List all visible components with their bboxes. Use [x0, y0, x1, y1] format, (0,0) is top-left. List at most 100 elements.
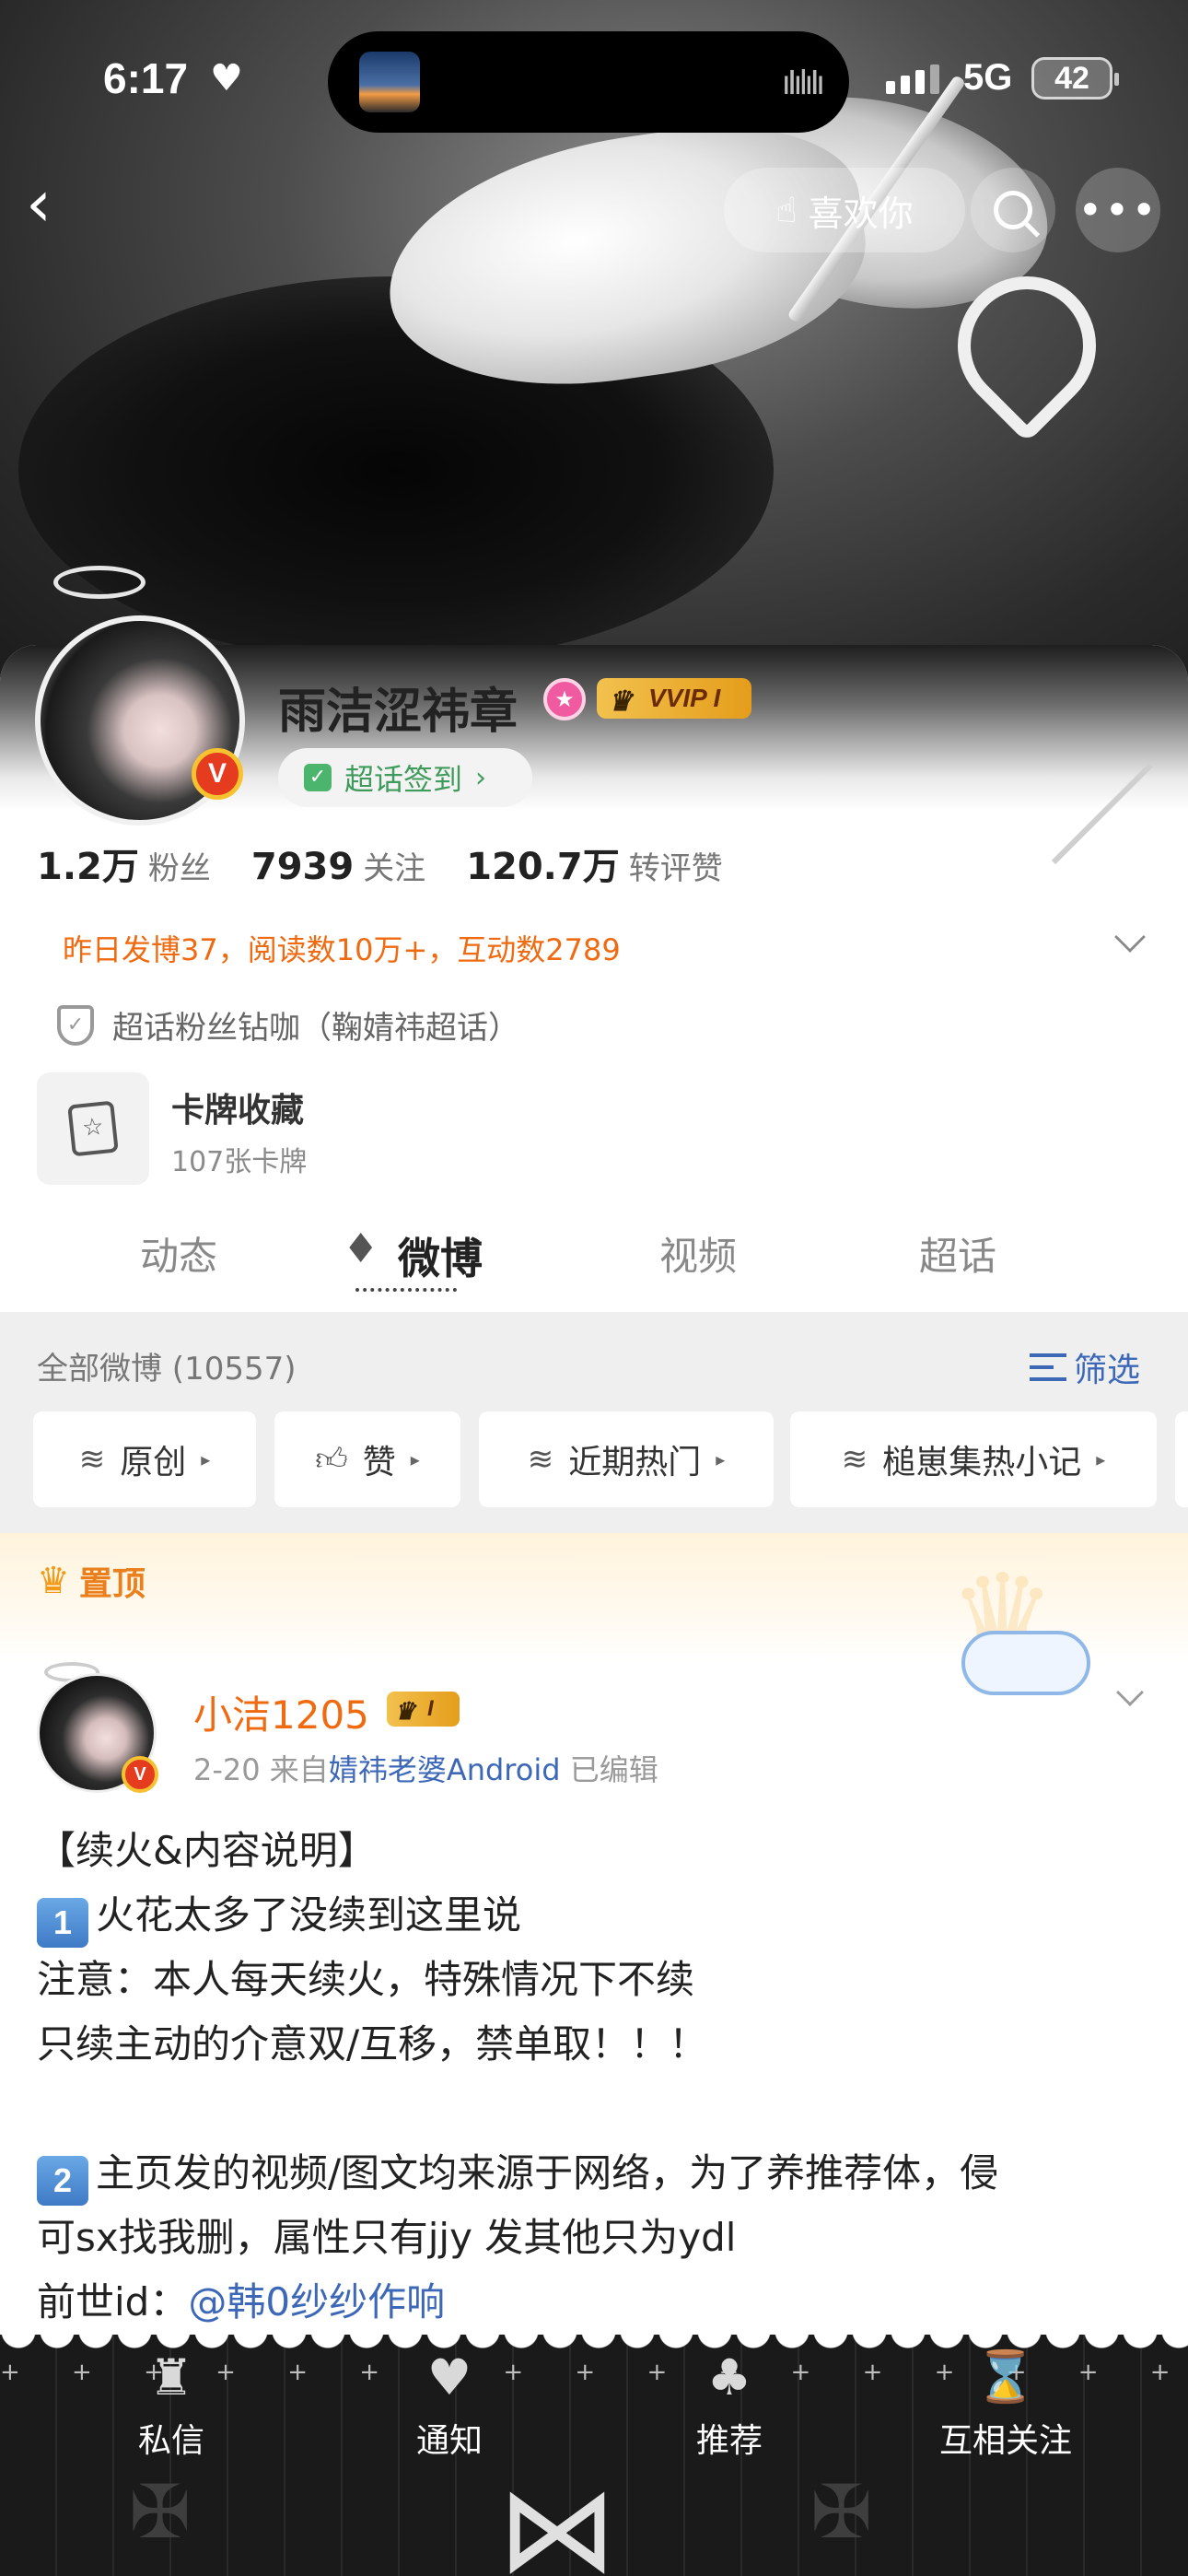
- profile-page: 6:17 ♥ ıIılıIı 5G 42 ‹ ☝ 喜欢你 ••• V 雨洁涩祎章…: [0, 0, 1188, 2576]
- dynamic-island[interactable]: ıIılıIı: [328, 31, 849, 133]
- hourglass-icon: ⌛: [974, 2348, 1037, 2406]
- post-line-text: 前世id：: [37, 2279, 189, 2324]
- cross-decoration-icon: ✠: [810, 2469, 873, 2555]
- post-menu-chevron-icon[interactable]: [1116, 1679, 1144, 1706]
- key-icon: [1051, 762, 1154, 865]
- nav-label: 互相关注: [939, 2422, 1073, 2460]
- chip-recent-hot[interactable]: ≋ 近期热门 ▸: [479, 1411, 774, 1507]
- like-you-button[interactable]: ☝ 喜欢你: [724, 168, 965, 252]
- layers-icon: ≋: [78, 1441, 106, 1478]
- nav-mutual-follow[interactable]: ⌛ 互相关注: [939, 2348, 1072, 2462]
- more-icon: •••: [1077, 185, 1159, 235]
- post-line: 只续主动的介意双/互移，禁单取！！！: [37, 2021, 708, 2067]
- key-decoration: [978, 762, 1162, 912]
- post-blank-line: [37, 2077, 1160, 2141]
- nav-notifications[interactable]: ♥ 通知: [416, 2348, 483, 2462]
- search-button[interactable]: [971, 168, 1055, 252]
- pinned-text: 置顶: [78, 1565, 146, 1603]
- status-time: 6:17: [103, 54, 189, 102]
- tab-video[interactable]: 视频: [659, 1225, 737, 1282]
- nav-label: 私信: [138, 2422, 205, 2460]
- member-level-label: I: [427, 1696, 434, 1721]
- thumbs-up-icon: 👍︎: [315, 1440, 348, 1478]
- post-line: 2 主页发的视频/图文均来源于网络，为了养推荐体，侵: [37, 2141, 1160, 2206]
- chip-label: 槌崽集热小记: [882, 1444, 1082, 1481]
- network-type: 5G: [963, 57, 1013, 98]
- post-line: 【续火&内容说明】: [37, 1828, 377, 1873]
- checkin-icon: ✓: [304, 764, 332, 791]
- tab-weibo[interactable]: 微博: [398, 1225, 483, 1286]
- crown-icon: ♛: [608, 686, 633, 717]
- checkin-label: 超话签到: [344, 762, 463, 797]
- message-icon: ♜: [148, 2348, 194, 2406]
- tab-super-topic[interactable]: 超话: [919, 1225, 996, 1282]
- back-button[interactable]: ‹: [26, 171, 81, 245]
- fan-title-row[interactable]: ✓ 超话粉丝钻咖（鞠婧祎超话）: [57, 1002, 519, 1048]
- card-collection-count: 107张卡牌: [171, 1146, 308, 1178]
- card-collection-button[interactable]: ☆: [37, 1072, 149, 1185]
- chip-original[interactable]: ≋ 原创 ▸: [33, 1411, 256, 1507]
- post-line-text: 火花太多了没续到这里说: [96, 1892, 522, 1938]
- pinned-label: ♛ 置顶: [37, 1557, 146, 1605]
- post-source-prefix: 来自: [269, 1752, 329, 1787]
- cross-decoration-icon: ✠: [129, 2469, 192, 2555]
- nav-messages[interactable]: ♜ 私信: [138, 2348, 204, 2462]
- checkin-button[interactable]: ✓ 超话签到 ›: [278, 748, 532, 807]
- signal-icon: [886, 64, 939, 94]
- hand-icon: ☝: [775, 190, 798, 230]
- chip-label: 原创: [120, 1444, 187, 1481]
- media-thumbnail: [359, 52, 420, 112]
- stat-followers[interactable]: 1.2万 粉丝: [37, 837, 211, 890]
- battery-icon: 42: [1031, 57, 1119, 100]
- post-author-name[interactable]: 小洁1205: [193, 1684, 369, 1740]
- active-tab-indicator: [355, 1288, 457, 1301]
- caret-right-icon: ▸: [410, 1448, 420, 1470]
- keycap-two-icon: 2: [37, 2156, 88, 2206]
- stat-value: 7939: [250, 846, 355, 888]
- post-line: 可sx找我删，属性只有jjy 发其他只为ydl: [37, 2215, 737, 2260]
- crown-icon: ♛: [394, 1697, 416, 1725]
- user-mention-link[interactable]: @韩0纱纱作响: [188, 2279, 445, 2324]
- post-body[interactable]: 【续火&内容说明】 1 火花太多了没续到这里说 注意：本人每天续火，特殊情况下不续…: [37, 1819, 1160, 2335]
- activity-summary[interactable]: 昨日发博37，阅读数10万+，互动数2789: [63, 927, 621, 969]
- stat-following[interactable]: 7939 关注: [251, 843, 425, 888]
- more-button[interactable]: •••: [1076, 168, 1160, 252]
- post-edited: 已编辑: [569, 1752, 658, 1787]
- search-icon: [994, 191, 1032, 229]
- stat-value: 120.7万: [466, 846, 620, 888]
- chip-label: 近期热门: [568, 1444, 702, 1481]
- post-source[interactable]: 婧祎老婆Android: [329, 1752, 561, 1787]
- profile-stats: 1.2万 粉丝 7939 关注 120.7万 转评赞: [37, 837, 723, 890]
- chip-collection[interactable]: ≋ 槌崽集热小记 ▸: [790, 1411, 1157, 1507]
- profile-tabs: 动态 微博 视频 超话: [0, 1216, 1188, 1308]
- clover-icon: ♣: [706, 2348, 752, 2406]
- profile-name: 雨洁涩祎章: [278, 685, 518, 740]
- all-posts-count: 全部微博 (10557): [37, 1351, 297, 1388]
- post-line: 注意：本人每天续火，特殊情况下不续: [37, 1957, 695, 2002]
- caret-right-icon: ▸: [716, 1448, 726, 1470]
- vvip-label: VVIP I: [648, 684, 721, 712]
- heart-icon: ♥: [210, 57, 243, 100]
- stat-engagement[interactable]: 120.7万 转评赞: [466, 837, 723, 890]
- member-level-badge[interactable]: ♛ I: [387, 1692, 460, 1727]
- shield-icon: ✓: [57, 1004, 94, 1046]
- filter-icon: [1030, 1353, 1066, 1381]
- gem-icon: ♦: [343, 1225, 379, 1272]
- fan-title-label: 超话粉丝钻咖（鞠婧祎超话）: [112, 1010, 519, 1047]
- layers-icon: ≋: [841, 1441, 868, 1478]
- stat-value: 1.2万: [37, 846, 139, 888]
- post-line-text: 主页发的视频/图文均来源于网络，为了养推荐体，侵: [96, 2150, 999, 2195]
- like-you-label: 喜欢你: [808, 193, 914, 234]
- stat-label: 关注: [363, 850, 426, 887]
- chip-liked[interactable]: 👍︎ 赞 ▸: [274, 1411, 460, 1507]
- tab-feed[interactable]: 动态: [140, 1225, 217, 1282]
- filter-label: 筛选: [1074, 1352, 1141, 1389]
- chip-more[interactable]: [1175, 1411, 1188, 1507]
- bell-icon: ♥: [426, 2348, 472, 2406]
- nav-recommend[interactable]: ♣ 推荐: [696, 2348, 763, 2462]
- vvip-badge[interactable]: ♛ VVIP I: [597, 678, 752, 719]
- card-collection-title[interactable]: 卡牌收藏: [171, 1083, 304, 1131]
- sticker-decoration: [961, 1631, 1090, 1695]
- stat-label: 转评赞: [628, 850, 723, 887]
- filter-button[interactable]: 筛选: [1030, 1343, 1140, 1391]
